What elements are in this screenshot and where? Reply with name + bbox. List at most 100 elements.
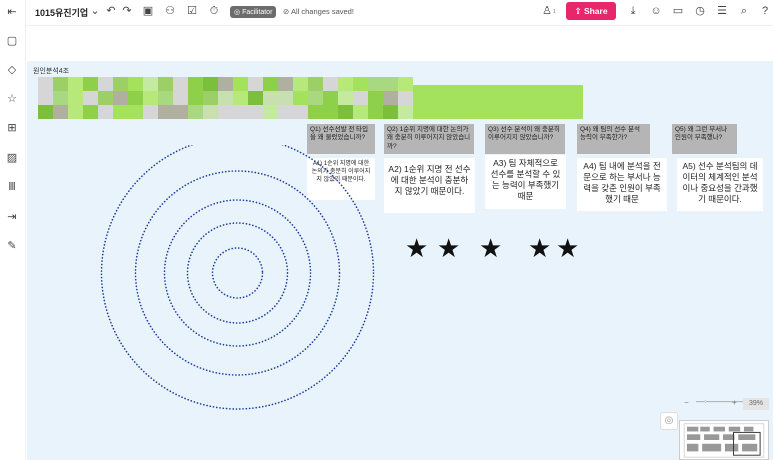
mosaic-tile: [278, 77, 293, 91]
mosaic-tile: [263, 91, 278, 105]
mosaic-tile: [128, 91, 143, 105]
target-ring[interactable]: [134, 170, 341, 376]
mosaic-tile: [233, 77, 248, 91]
vote-star[interactable]: ★: [556, 235, 579, 261]
mosaic-tile: [203, 105, 218, 119]
mosaic-tile: [158, 77, 173, 91]
zoom-level[interactable]: 39%: [743, 398, 769, 410]
mosaic-tile: [398, 77, 413, 91]
mosaic-tile: [218, 105, 233, 119]
target-ring[interactable]: [100, 145, 375, 410]
zoom-out-button[interactable]: −: [684, 398, 689, 407]
vote-star[interactable]: ★: [479, 235, 502, 261]
timer-icon[interactable]: ⏱: [207, 4, 221, 18]
mosaic-tile: [293, 105, 308, 119]
list-icon[interactable]: ☰: [715, 4, 729, 18]
grid-icon[interactable]: ⊞: [5, 121, 19, 135]
people-icon[interactable]: ⚇: [163, 4, 177, 18]
mosaic-tile: [323, 77, 338, 91]
mosaic-tile: [173, 105, 188, 119]
vote-star[interactable]: ★: [437, 235, 460, 261]
frame-icon[interactable]: ▣: [141, 4, 155, 18]
chevron-down-icon[interactable]: ⌄: [88, 4, 102, 18]
mosaic-tile: [413, 85, 583, 119]
zoom-in-button[interactable]: +: [732, 398, 737, 407]
canvas-top-area: [27, 27, 773, 61]
star-icon[interactable]: ☆: [5, 92, 19, 106]
mosaic-tile: [368, 105, 383, 119]
target-ring[interactable]: [163, 199, 312, 347]
answer-card-3[interactable]: A3) 팀 자체적으로 선수를 분석할 수 있는 능력이 부족했기 때문: [485, 155, 566, 209]
mosaic-tile: [218, 77, 233, 91]
upload-icon: ⇪: [574, 6, 582, 16]
comment-icon[interactable]: ▭: [671, 4, 685, 18]
mosaic-tile: [188, 105, 203, 119]
mosaic-tile: [113, 91, 128, 105]
top-toolbar: 1015유진기업 ⌄ ↶ ↷ ▣ ⚇ ☑ ⏱ ◎ Facilitator ⊘ A…: [0, 0, 773, 26]
mosaic-tile: [233, 105, 248, 119]
saved-text: All changes saved!: [290, 7, 354, 16]
target-circles[interactable]: [100, 145, 375, 420]
mosaic-tile: [338, 105, 353, 119]
share-button[interactable]: ⇪ Share: [566, 2, 616, 20]
collapse-icon[interactable]: ⇤: [5, 5, 19, 19]
library-icon[interactable]: Ⅲ: [5, 180, 19, 194]
answer-card-4[interactable]: A4) 팀 내에 분석을 전문으로 하는 부서나 능력을 갖춘 인원이 부족했기…: [577, 158, 667, 211]
pen-icon[interactable]: ✎: [5, 239, 19, 253]
answer-card-5[interactable]: A5) 선수 분석팀의 데이터의 체계적인 분석이나 중요성을 간과했기 때문이…: [677, 158, 763, 211]
question-card-3[interactable]: Q3) 선수 분석이 왜 충분히 이루어지지 않았습니까?: [485, 124, 565, 154]
zoom-slider[interactable]: —◦—————: [696, 397, 747, 406]
mosaic-tile: [113, 105, 128, 119]
mosaic-tile: [248, 77, 263, 91]
mosaic-tile: [308, 105, 323, 119]
search-icon[interactable]: ⌕: [737, 4, 751, 18]
mosaic-tile: [113, 77, 128, 91]
mosaic-tile: [203, 91, 218, 105]
group-label: 원인분석4조: [33, 68, 70, 75]
question-card-5[interactable]: Q5) 왜 그런 부서나 인원이 부족했나?: [672, 124, 737, 154]
minimap-toggle-icon[interactable]: ◎: [660, 412, 678, 430]
minimap[interactable]: [679, 420, 769, 460]
mosaic-tile: [38, 105, 53, 119]
user-icon[interactable]: ♙: [540, 4, 554, 18]
question-card-4[interactable]: Q4) 왜 팀의 선수 분석 능력이 부족한가?: [577, 124, 650, 154]
activity-icon[interactable]: ◷: [693, 4, 707, 18]
import-icon[interactable]: ⇥: [5, 210, 19, 224]
mosaic-tile: [338, 91, 353, 105]
undo-icon[interactable]: ↶: [104, 4, 118, 18]
mosaic-tile: [353, 77, 368, 91]
sticky-note-icon[interactable]: ▢: [5, 34, 19, 48]
download-icon[interactable]: ⤓: [626, 4, 640, 18]
mosaic-tile: [383, 77, 398, 91]
vote-icon[interactable]: ☑: [185, 4, 199, 18]
vote-star[interactable]: ★: [405, 235, 428, 261]
mosaic-tile: [203, 77, 218, 91]
target-ring[interactable]: [211, 247, 264, 299]
mosaic-tile: [53, 77, 68, 91]
board-title[interactable]: 1015유진기업: [35, 6, 88, 19]
question-card-2[interactable]: Q2) 1순위 지명에 대한 논의가 왜 충분히 이루어지지 않았습니까?: [384, 124, 474, 154]
answer-card-2[interactable]: A2) 1순위 지명 전 선수에 대한 분석이 충분하지 않았기 때문이다.: [384, 158, 475, 213]
mosaic-tile: [98, 91, 113, 105]
mosaic-tile: [323, 105, 338, 119]
reactions-icon[interactable]: ☺: [649, 4, 663, 18]
mosaic-tile: [398, 91, 413, 105]
vote-star[interactable]: ★: [528, 235, 551, 261]
facilitator-badge[interactable]: ◎ Facilitator: [230, 6, 277, 18]
mosaic-tile: [83, 91, 98, 105]
shapes-icon[interactable]: ◇: [5, 63, 19, 77]
mosaic-tile: [368, 91, 383, 105]
mosaic-tile: [293, 91, 308, 105]
mosaic-tile: [278, 105, 293, 119]
mosaic-tile: [233, 91, 248, 105]
mosaic-tile: [38, 77, 53, 91]
help-icon[interactable]: ?: [758, 4, 772, 18]
target-ring[interactable]: [186, 222, 289, 324]
mosaic-tile: [308, 91, 323, 105]
left-sidebar: ⇤ ▢ ◇ ☆ ⊞ ▨ Ⅲ ⇥ ✎: [0, 0, 26, 460]
redo-icon[interactable]: ↷: [120, 4, 134, 18]
image-icon[interactable]: ▨: [5, 151, 19, 165]
mosaic-tile: [158, 105, 173, 119]
mosaic-tile: [293, 77, 308, 91]
user-count: 1: [553, 9, 556, 15]
